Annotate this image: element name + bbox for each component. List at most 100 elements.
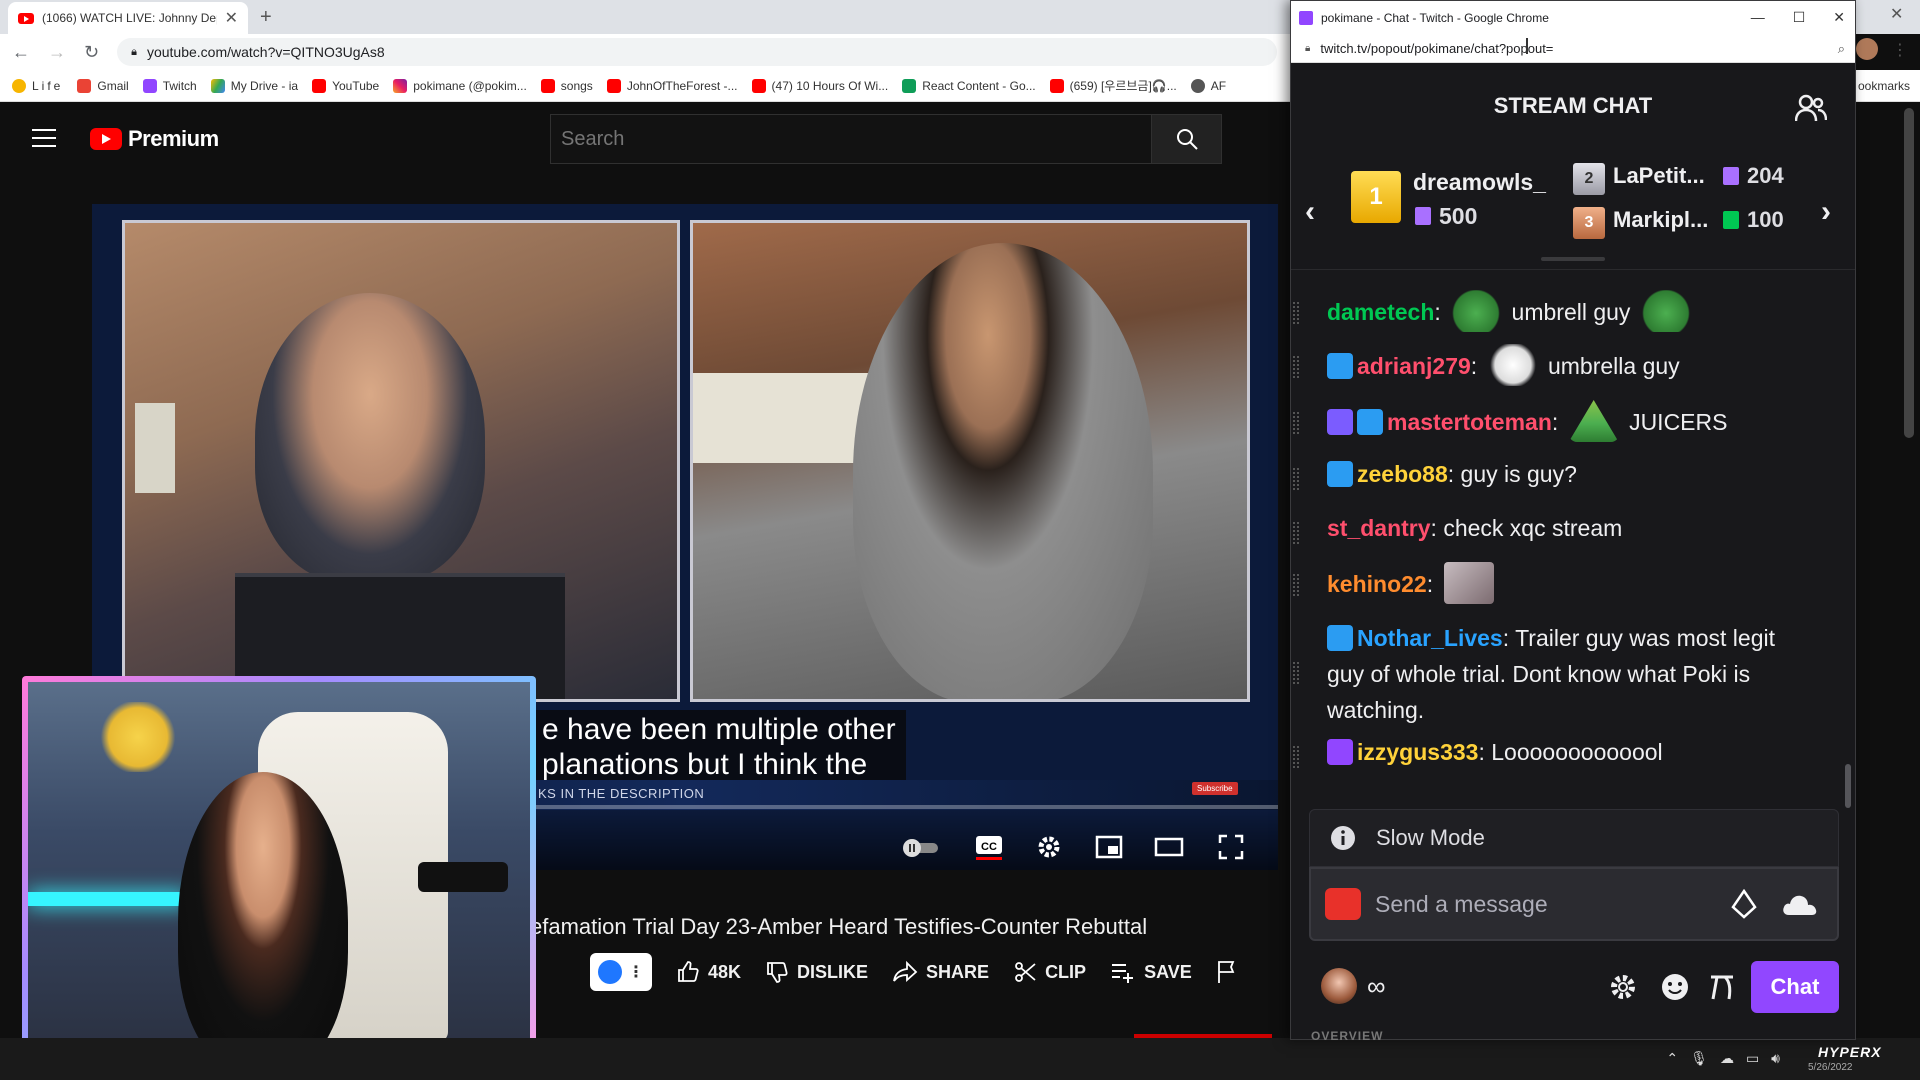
like-count: 48K: [708, 961, 742, 982]
leader-3-name[interactable]: Markipl...: [1613, 207, 1708, 233]
gift-icon: [1415, 207, 1431, 225]
save-button[interactable]: SAVE: [1110, 961, 1192, 983]
window-close-fragment-icon[interactable]: ✕: [1890, 4, 1903, 24]
network-icon[interactable]: ▭: [1746, 1050, 1759, 1067]
browser-toolbar: ← → ↻ 🔒︎ youtube.com/watch?v=QITNO3UgAs8: [0, 34, 1292, 70]
zoom-icon[interactable]: ⌕: [1838, 41, 1845, 57]
chat-username[interactable]: mastertoteman: [1387, 409, 1552, 435]
bookmark-overflow[interactable]: ookmarks: [1858, 79, 1910, 93]
new-tab-button[interactable]: +: [260, 6, 272, 29]
autoplay-toggle[interactable]: [900, 832, 942, 862]
bookmark-item[interactable]: (659) [우르브금]🎧...: [1049, 77, 1177, 94]
channel-points-icon[interactable]: [1781, 889, 1821, 919]
chat-input-box[interactable]: Send a message: [1309, 867, 1839, 941]
message-drag-handle[interactable]: [1293, 356, 1299, 378]
chat-username[interactable]: adrianj279: [1357, 353, 1471, 379]
hamburger-menu-icon[interactable]: [32, 129, 56, 147]
leader-1-name[interactable]: dreamowls_: [1413, 169, 1546, 196]
colon: :: [1447, 461, 1455, 487]
extension-chip[interactable]: ⋮: [590, 953, 652, 991]
chat-message: izzygus333: Looooooooooool: [1327, 734, 1811, 770]
menu-dots-icon[interactable]: ⋮: [1892, 40, 1908, 60]
close-tab-icon[interactable]: ✕: [225, 8, 238, 28]
browser-tab-youtube[interactable]: (1066) WATCH LIVE: Johnny Depp ✕: [8, 2, 248, 34]
bookmark-item[interactable]: AF: [1190, 78, 1226, 93]
chat-settings-gear-icon[interactable]: [1607, 971, 1639, 1003]
clip-button[interactable]: CLIP: [1013, 960, 1086, 984]
chat-username[interactable]: Nothar_Lives: [1357, 625, 1503, 651]
theater-mode-button[interactable]: [1154, 832, 1184, 862]
settings-button[interactable]: [1034, 832, 1064, 862]
page-scrollbar[interactable]: [1904, 108, 1914, 438]
message-drag-handle[interactable]: [1293, 574, 1299, 596]
leader-2-value: 204: [1747, 163, 1784, 188]
users-icon[interactable]: [1795, 93, 1827, 123]
dislike-button[interactable]: DISLIKE: [765, 960, 868, 984]
leaderboard-prev-button[interactable]: ‹: [1305, 195, 1315, 229]
camera-extension-icon[interactable]: [1325, 888, 1361, 920]
miniplayer-button[interactable]: [1094, 832, 1124, 862]
streamer-webcam-overlay: [22, 676, 536, 1064]
like-button[interactable]: 48K: [676, 960, 741, 984]
theater-icon: [1154, 837, 1184, 857]
leader-2-name[interactable]: LaPetit...: [1613, 163, 1705, 189]
chat-username[interactable]: st_dantry: [1327, 515, 1431, 541]
reload-icon[interactable]: ↻: [84, 42, 99, 63]
message-drag-handle[interactable]: [1293, 746, 1299, 768]
fullscreen-button[interactable]: [1216, 832, 1246, 862]
bookmark-item[interactable]: Life: [12, 78, 63, 93]
leaderboard-next-button[interactable]: ›: [1821, 195, 1831, 229]
bookmark-item[interactable]: pokimane (@pokim...: [393, 78, 527, 93]
bookmark-item[interactable]: Gmail: [77, 78, 129, 93]
bookmark-item[interactable]: songs: [540, 78, 593, 93]
chat-username[interactable]: dametech: [1327, 299, 1434, 325]
bookmark-item[interactable]: Twitch: [142, 78, 197, 93]
message-drag-handle[interactable]: [1293, 302, 1299, 324]
youtube-premium-logo[interactable]: Premium: [90, 126, 219, 152]
video-frame-depp: [690, 220, 1250, 702]
chat-username[interactable]: kehino22: [1327, 571, 1427, 597]
user-avatar-emote[interactable]: [1321, 968, 1357, 1004]
subscribe-watermark[interactable]: Subscribe: [1192, 782, 1238, 795]
send-chat-button[interactable]: Chat: [1751, 961, 1839, 1013]
minimize-icon[interactable]: —: [1751, 9, 1765, 26]
message-drag-handle[interactable]: [1293, 662, 1299, 684]
chat-scrollbar[interactable]: [1845, 764, 1851, 808]
cloud-icon[interactable]: ☁︎: [1720, 1050, 1734, 1067]
volume-icon[interactable]: 🔊︎: [1771, 1050, 1780, 1067]
report-button[interactable]: [1216, 960, 1238, 984]
chevron-up-icon[interactable]: ⌃: [1666, 1050, 1678, 1067]
popup-address-bar[interactable]: 🔒︎ twitch.tv/popout/pokimane/chat?popout…: [1291, 35, 1855, 63]
share-button[interactable]: SHARE: [892, 960, 989, 984]
bookmark-item[interactable]: JohnOfTheForest -...: [606, 78, 738, 93]
bookmark-item[interactable]: My Drive - ia: [210, 78, 298, 93]
search-input[interactable]: [551, 115, 1151, 163]
bits-icon[interactable]: [1731, 889, 1757, 919]
address-bar[interactable]: 🔒︎ youtube.com/watch?v=QITNO3UgAs8: [117, 38, 1278, 66]
close-icon[interactable]: ✕: [1833, 9, 1845, 26]
prime-crown-badge-icon: [1327, 461, 1353, 487]
search-button[interactable]: [1151, 115, 1221, 163]
back-arrow-icon[interactable]: ←: [12, 42, 30, 63]
forward-arrow-icon[interactable]: →: [48, 42, 66, 63]
leaderboard-collapse-handle[interactable]: [1541, 257, 1605, 261]
bookmark-item[interactable]: YouTube: [312, 78, 379, 93]
maximize-icon[interactable]: ☐: [1793, 9, 1806, 26]
twitch-icon: [142, 78, 157, 93]
bookmark-item[interactable]: (47) 10 Hours Of Wi...: [751, 78, 888, 93]
message-drag-handle[interactable]: [1293, 468, 1299, 490]
chat-username[interactable]: izzygus333: [1357, 739, 1478, 765]
closed-caption: e have been multiple other planations bu…: [532, 710, 906, 784]
microphone-icon[interactable]: 🎙︎: [1690, 1050, 1708, 1067]
extension-arrow-icon[interactable]: [1707, 971, 1739, 1003]
chat-text: umbrell guy: [1511, 299, 1631, 325]
chat-username[interactable]: zeebo88: [1357, 461, 1448, 487]
microphone: [418, 862, 508, 892]
playlist-add-icon: [1112, 964, 1134, 983]
bookmark-item[interactable]: React Content - Go...: [902, 78, 1036, 93]
profile-avatar[interactable]: [1856, 38, 1878, 60]
message-drag-handle[interactable]: [1293, 522, 1299, 544]
message-drag-handle[interactable]: [1293, 412, 1299, 434]
emote-smiley-icon[interactable]: [1659, 971, 1691, 1003]
captions-button[interactable]: CC: [974, 832, 1004, 862]
